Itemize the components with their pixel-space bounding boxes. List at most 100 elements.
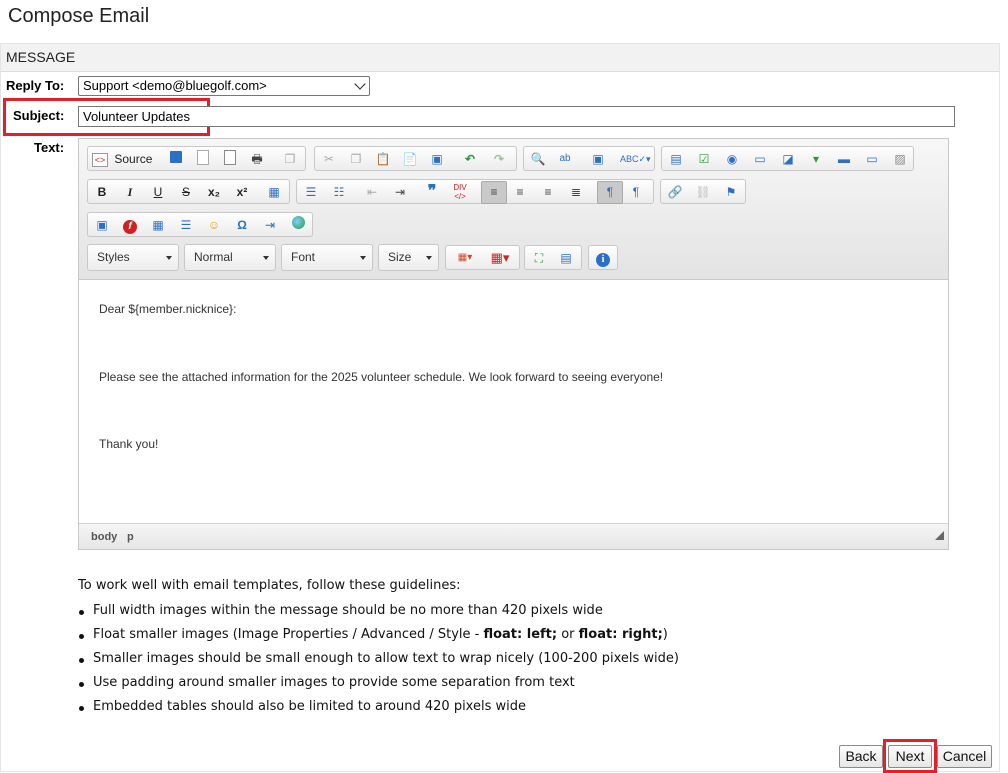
italic-button[interactable]: I [121,183,139,201]
new-page-button[interactable] [194,150,212,168]
button-field-button[interactable]: ▬ [835,150,853,168]
print-button[interactable]: 🖶 [248,150,266,168]
background-color-icon: ▦▾ [490,250,510,265]
guidelines-list: Full width images within the message sho… [78,603,679,723]
float-middle: or [557,627,579,642]
show-blocks-button[interactable]: ▤ [557,249,575,267]
text-field-button[interactable]: ▭ [751,150,769,168]
editor-toolbar: <> Source 🖶 ❐ ✂ ❐ 📋 📄 ▣ ↶ ↷ 🔍 ab ▣ ABC✓▾… [79,139,948,280]
blockquote-button[interactable]: ❞ [423,183,441,201]
cancel-button[interactable]: Cancel [937,745,992,768]
select-field-button[interactable]: ▾ [807,150,825,168]
insert-group: ▣ f ▦ ☰ ☺ Ω ⇥ [87,212,313,237]
strikethrough-button[interactable]: S [177,183,195,201]
smiley-button[interactable]: ☺ [205,216,223,234]
clipboard-group: ✂ ❐ 📋 📄 ▣ ↶ ↷ [314,146,517,171]
anchor-button[interactable]: ⚑ [722,183,740,201]
table-button[interactable]: ▦ [149,216,167,234]
indent-icon: ⇥ [394,185,406,199]
special-char-button[interactable]: Ω [233,216,251,234]
background-color-button[interactable]: ▦▾ [486,249,514,267]
size-combo[interactable]: Size [378,244,439,271]
save-button[interactable] [167,150,185,168]
globe-icon [291,216,305,229]
format-combo[interactable]: Normal [184,244,276,271]
align-left-button[interactable]: ≡ [481,181,507,204]
text-color-button[interactable]: ▦▾ [451,249,479,267]
maximize-button[interactable]: ⛶ [530,249,548,267]
page-break-button[interactable]: ⇥ [261,216,279,234]
select-all-button[interactable]: ▣ [589,150,607,168]
source-label: Source [114,152,153,166]
outdent-button[interactable]: ⇤ [363,183,381,201]
textarea-button[interactable]: ◪ [779,150,797,168]
editor-content[interactable]: Dear ${member.nicknice}: Please see the … [79,280,948,525]
hidden-field-button[interactable]: ▨ [891,150,909,168]
justify-button[interactable]: ≣ [567,183,585,201]
iframe-button[interactable] [289,216,307,234]
form-button[interactable]: ▤ [667,150,685,168]
find-icon: 🔍 [530,152,546,166]
find-button[interactable]: 🔍 [529,150,547,168]
subscript-button[interactable]: x₂ [205,183,223,201]
redo-button[interactable]: ↷ [490,150,508,168]
styles-combo[interactable]: Styles [87,244,179,271]
underline-button[interactable]: U [149,183,167,201]
unlink-button[interactable]: ⛓ [694,183,712,201]
align-center-button[interactable]: ≡ [511,183,529,201]
back-button[interactable]: Back [839,745,883,768]
flash-button[interactable]: f [121,216,139,234]
ltr-button[interactable]: ¶ [597,181,623,204]
radio-icon: ◉ [726,152,738,166]
cut-button[interactable]: ✂ [320,150,338,168]
checkbox-button[interactable]: ☑ [695,150,713,168]
bold-button[interactable]: B [93,183,111,201]
paste-text-button[interactable]: 📄 [401,150,419,168]
copy-button[interactable]: ❐ [347,150,365,168]
replace-button[interactable]: ab [556,150,574,168]
horizontal-rule-icon: ☰ [180,218,192,232]
paste-button[interactable]: 📋 [374,150,392,168]
paste-icon: 📋 [375,152,391,166]
font-combo-label: Font [291,250,316,264]
ltr-icon: ¶ [606,185,614,199]
document-group: <> Source 🖶 ❐ [87,146,306,171]
form-icon: ▤ [670,152,682,166]
next-button[interactable]: Next [888,745,932,768]
subject-input[interactable] [78,106,955,127]
image-button-icon: ▭ [866,152,878,166]
superscript-button[interactable]: x² [233,183,251,201]
font-combo[interactable]: Font [281,244,373,271]
source-button[interactable]: <> Source [92,150,162,168]
numbered-list-icon: ☰ [305,185,317,199]
table-icon: ▦ [152,218,164,232]
spellcheck-icon: ABC✓▾ [620,154,651,164]
path-body[interactable]: body [91,531,117,543]
div-container-button[interactable]: DIV </> [451,183,469,201]
rtl-button[interactable]: ¶ [627,183,645,201]
numbered-list-button[interactable]: ☰ [302,183,320,201]
paste-word-button[interactable]: ▣ [428,150,446,168]
resize-handle-icon[interactable] [935,531,944,540]
colors-group: ▦▾ ▦▾ [445,245,520,270]
preview-button[interactable] [221,150,239,168]
undo-button[interactable]: ↶ [461,150,479,168]
bulleted-list-button[interactable]: ☷ [330,183,348,201]
image-button-field-button[interactable]: ▭ [863,150,881,168]
image-button[interactable]: ▣ [93,216,111,234]
horizontal-rule-button[interactable]: ☰ [177,216,195,234]
reply-to-select[interactable]: Support <demo@bluegolf.com> [78,76,370,96]
path-p[interactable]: p [127,531,134,543]
spellcheck-button[interactable]: ABC✓▾ [620,150,651,168]
undo-icon: ↶ [464,152,476,166]
templates-button[interactable]: ❐ [281,150,299,168]
link-button[interactable]: 🔗 [666,183,684,201]
textarea-icon: ◪ [782,152,794,166]
remove-format-button[interactable]: ▦ [265,183,283,201]
indent-button[interactable]: ⇥ [391,183,409,201]
cut-icon: ✂ [323,152,335,166]
radio-button[interactable]: ◉ [723,150,741,168]
list-item: Float smaller images (Image Properties /… [78,627,679,651]
align-right-button[interactable]: ≡ [539,183,557,201]
about-button[interactable]: i [594,249,612,267]
